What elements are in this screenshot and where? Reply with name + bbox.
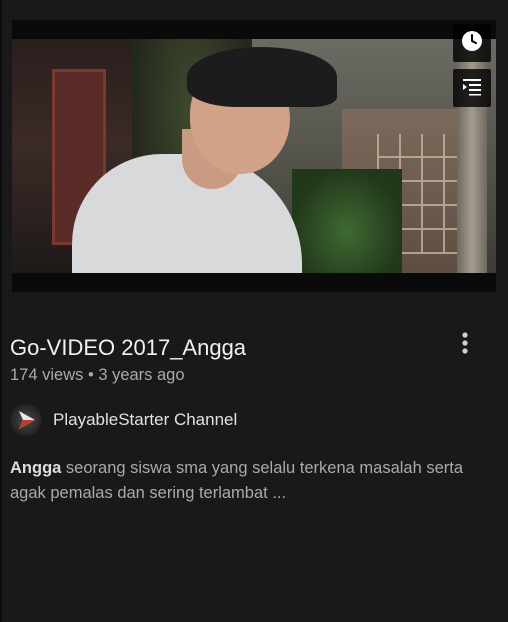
channel-name[interactable]: PlayableStarter Channel [53,410,237,430]
thumbnail-image [12,39,496,273]
more-actions-button[interactable] [452,330,478,360]
channel-info[interactable]: PlayableStarter Channel [10,402,237,438]
add-to-queue-icon [460,74,484,103]
video-title[interactable]: Go-VIDEO 2017_Angga [10,334,440,362]
more-vertical-icon [461,331,469,360]
add-to-queue-button[interactable] [453,69,491,107]
video-description: Angga seorang siswa sma yang selalu terk… [10,456,500,506]
card-edge [0,0,2,622]
video-thumbnail[interactable] [12,20,496,292]
channel-avatar[interactable] [10,404,42,436]
description-highlight: Angga [10,459,62,477]
play-logo-icon [19,411,35,429]
watch-later-button[interactable] [453,24,491,62]
clock-icon [460,29,484,58]
video-card[interactable]: Go-VIDEO 2017_Angga 174 views • 3 years … [0,0,508,622]
description-text: seorang siswa sma yang selalu terkena ma… [10,459,464,502]
video-metadata: 174 views • 3 years ago [10,366,185,384]
